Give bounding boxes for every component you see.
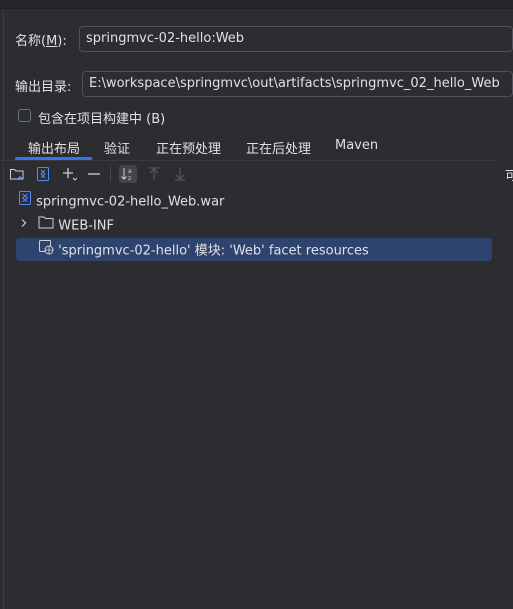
left-divider — [3, 9, 4, 609]
chevron-right-icon[interactable] — [18, 215, 30, 237]
svg-text:z: z — [128, 175, 131, 182]
include-in-build-label: 包含在项目构建中 (B) — [38, 112, 166, 127]
sort-icon[interactable]: az — [119, 165, 137, 183]
name-field[interactable]: springmvc-02-hello:Web — [79, 26, 513, 52]
add-icon[interactable] — [60, 165, 78, 183]
output-dir-field[interactable]: E:\workspace\springmvc\out\artifacts\spr… — [82, 71, 513, 97]
corner-text: 可 — [505, 169, 513, 184]
move-up-icon[interactable] — [145, 165, 163, 183]
name-label-text: 名称( — [15, 34, 47, 49]
name-label-end: ): — [57, 34, 67, 49]
folder-icon — [38, 215, 54, 237]
tab-maven[interactable]: Maven — [335, 138, 378, 153]
tree-item-web-inf[interactable]: WEB-INF — [18, 215, 114, 237]
move-down-icon[interactable] — [171, 165, 189, 183]
window-header-strip — [0, 0, 513, 9]
name-label: 名称(M): — [15, 30, 67, 49]
tree-item-label: 'springmvc-02-hello' 模块: 'Web' facet res… — [58, 243, 369, 259]
tree-item-label: WEB-INF — [58, 218, 114, 234]
tab-output-layout[interactable]: 输出布局 — [28, 138, 80, 157]
layout-toolbar: az — [0, 162, 497, 184]
archive-icon[interactable] — [34, 165, 52, 183]
remove-icon[interactable] — [85, 165, 103, 183]
include-in-build-checkbox[interactable] — [18, 109, 31, 122]
tree-item-label: springmvc-02-hello_Web.war — [36, 194, 225, 210]
tree-item-web-facet-resources[interactable]: 'springmvc-02-hello' 模块: 'Web' facet res… — [38, 239, 369, 261]
war-archive-icon — [18, 191, 32, 213]
svg-text:a: a — [128, 168, 132, 175]
toolbar-separator — [110, 166, 111, 182]
name-label-mnemonic: M — [46, 34, 58, 49]
new-folder-icon[interactable] — [8, 165, 26, 183]
output-dir-label: 输出目录: — [15, 80, 72, 95]
tab-validation[interactable]: 验证 — [104, 138, 130, 157]
tab-postprocessing[interactable]: 正在后处理 — [246, 138, 311, 157]
tab-preprocessing[interactable]: 正在预处理 — [156, 138, 221, 157]
web-facet-icon — [38, 239, 54, 263]
tab-bar-divider — [0, 160, 497, 161]
tree-item-war[interactable]: springmvc-02-hello_Web.war — [18, 191, 224, 213]
output-dir-field-value: E:\workspace\springmvc\out\artifacts\spr… — [89, 76, 500, 91]
name-field-value: springmvc-02-hello:Web — [86, 31, 245, 46]
